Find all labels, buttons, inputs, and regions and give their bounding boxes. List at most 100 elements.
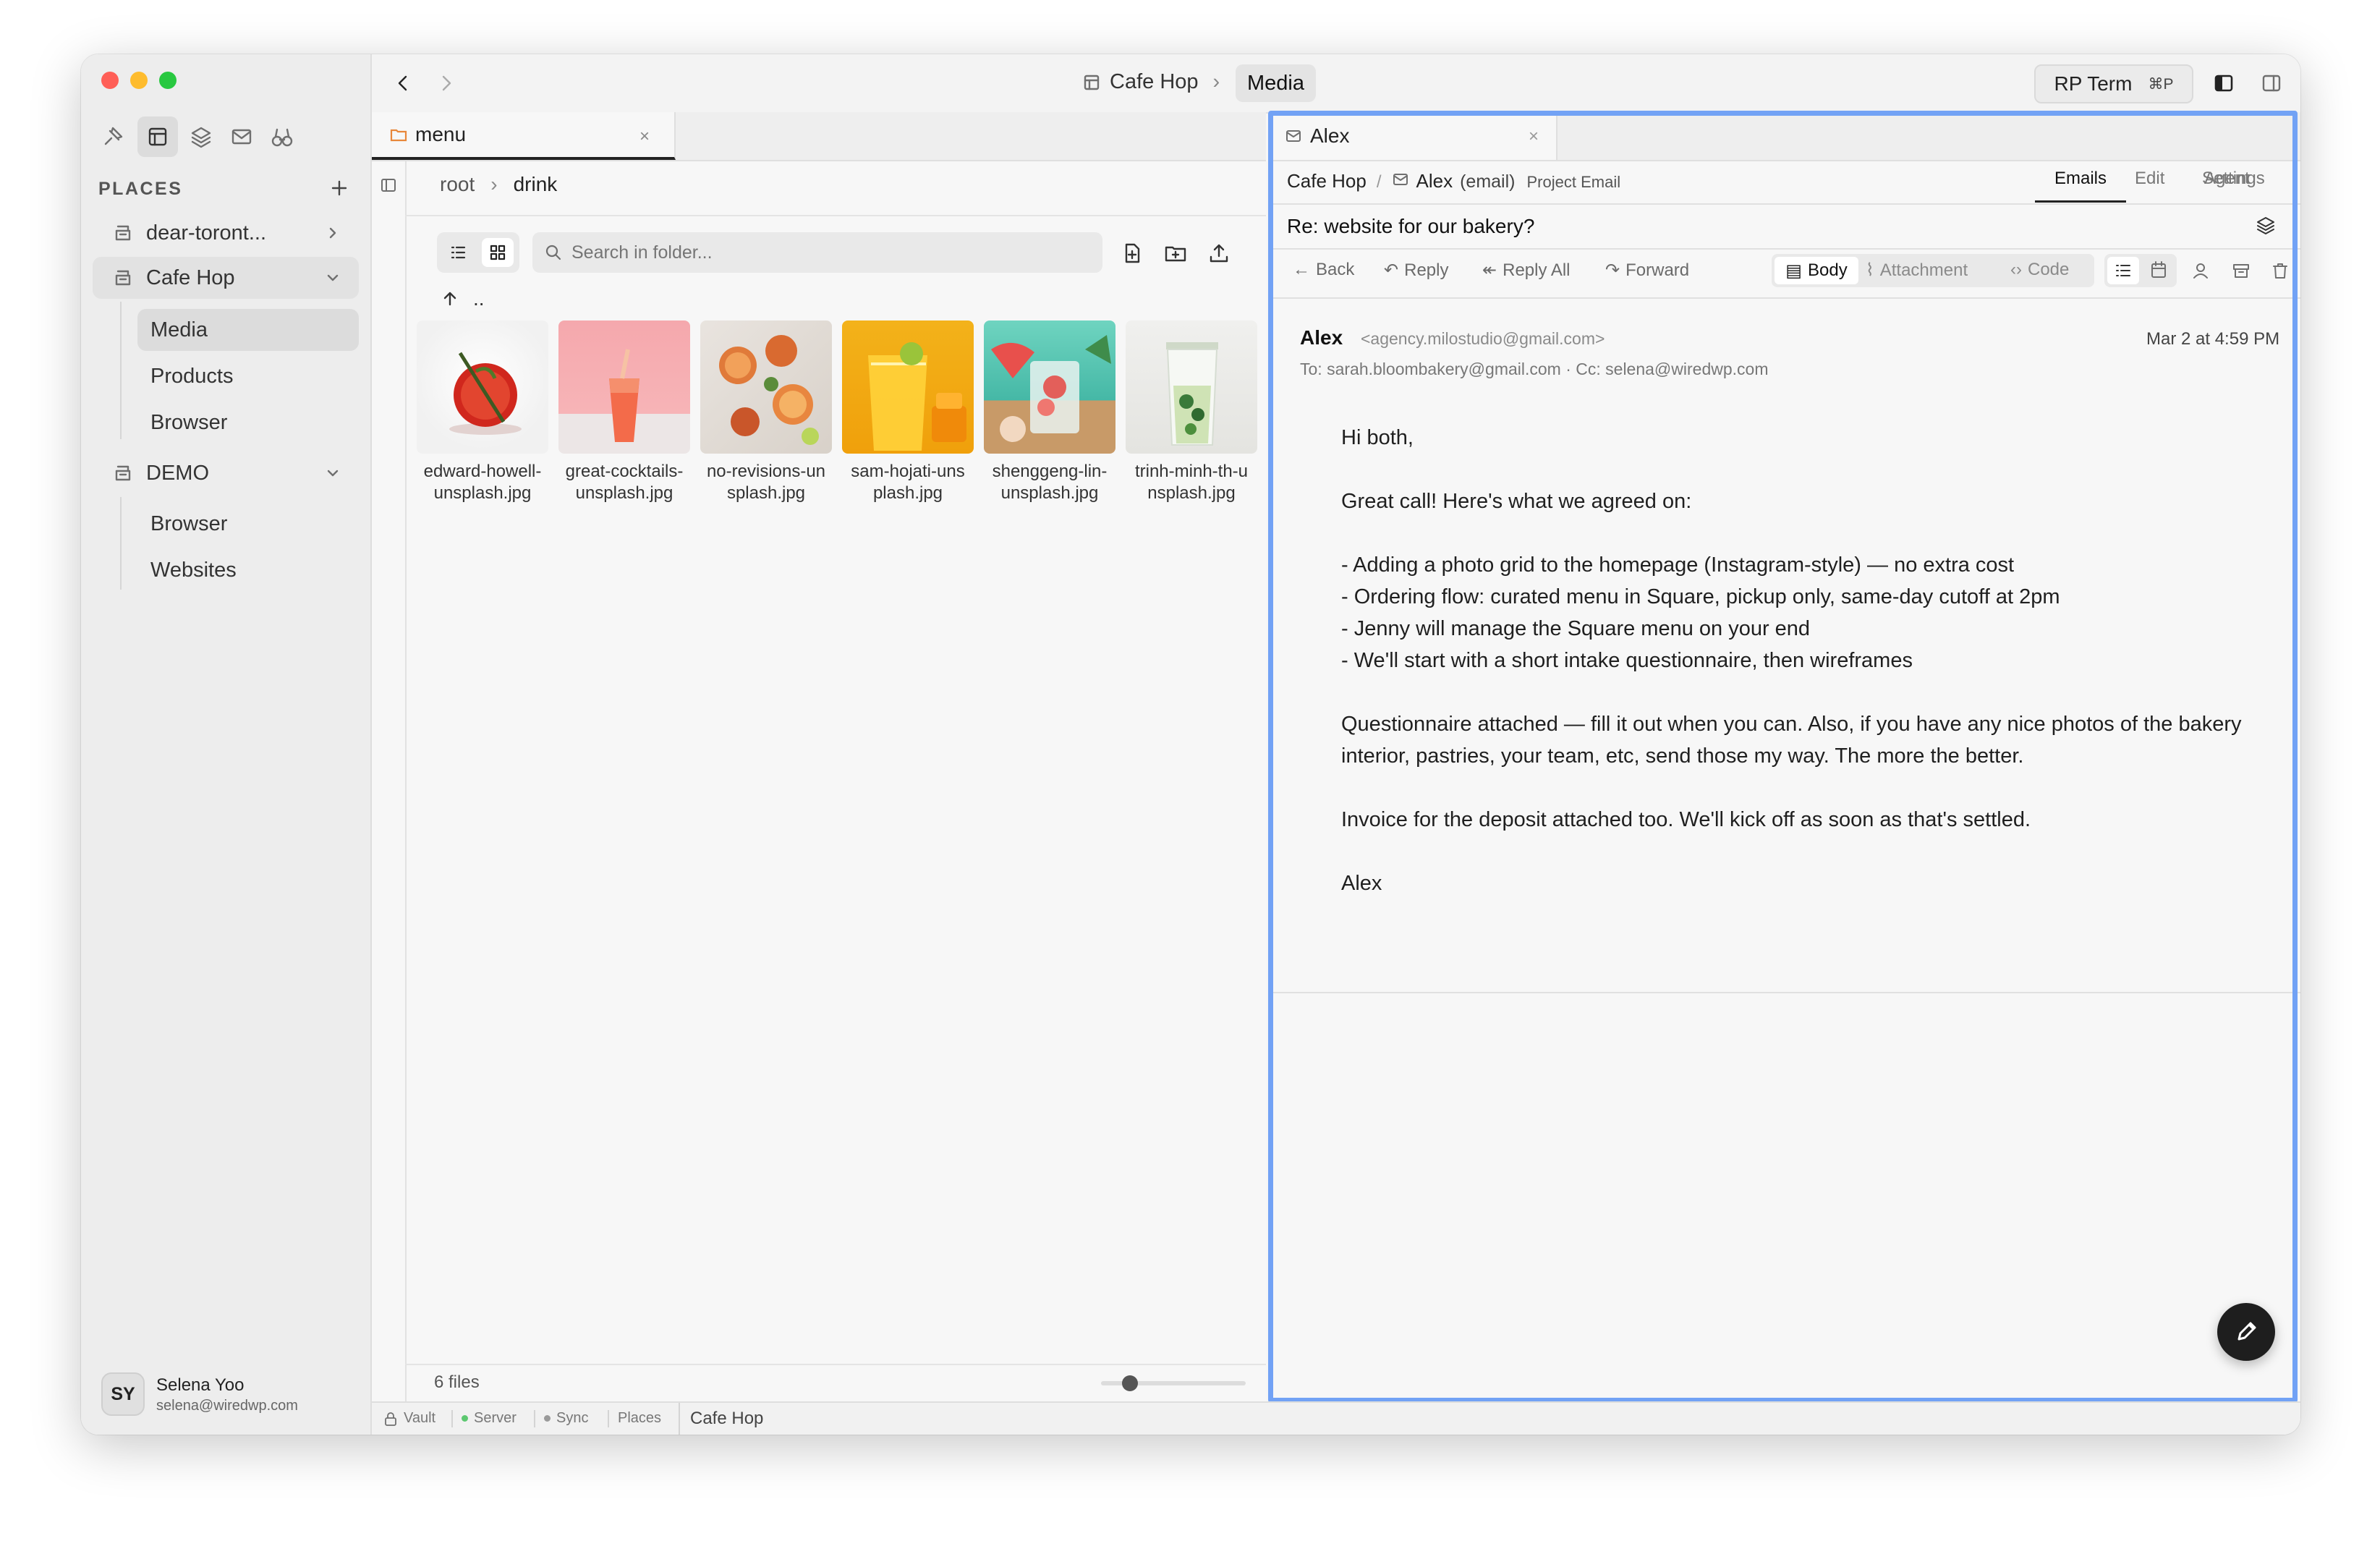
add-place-icon[interactable]	[327, 176, 352, 200]
tab-emails[interactable]: Emails	[2035, 169, 2126, 203]
contact-icon[interactable]	[2190, 260, 2211, 281]
tab-settings[interactable]: Settings	[2202, 169, 2265, 189]
drawer-icon	[113, 463, 133, 483]
view-segment: ▤ Body ⌇ Attachment ‹› Code	[1772, 254, 2094, 287]
sidebar-item-label: Browser	[150, 410, 228, 434]
sidebar-place-demo[interactable]: DEMO	[93, 452, 359, 494]
file-browser-panel: menu × root › drink Search in folder... …	[372, 112, 1266, 1435]
list-layout-icon[interactable]	[2107, 257, 2139, 284]
email-breadcrumb: Cafe Hop / Alex (email) Project Email	[1287, 170, 1620, 192]
path-root[interactable]: root	[440, 173, 475, 196]
sidebar-item-browser[interactable]: Browser	[137, 402, 359, 443]
status-sync[interactable]: Sync	[544, 1410, 588, 1427]
sidebar-item-label: Browser	[150, 511, 228, 535]
path-separator: ›	[490, 173, 498, 195]
binoculars-icon[interactable]	[268, 122, 297, 151]
email-project-label: Project Email	[1526, 173, 1621, 191]
right-panel-toggle-icon[interactable]	[2258, 70, 2285, 96]
list-view-icon[interactable]	[443, 238, 473, 267]
calendar-icon[interactable]	[2143, 257, 2174, 284]
sidebar-item-products[interactable]: Products	[137, 355, 359, 397]
segment-attachment[interactable]: ⌇ Attachment	[1866, 260, 1968, 281]
email-body-line: Invoice for the deposit attached too. We…	[1341, 808, 2031, 831]
status-places[interactable]: Places	[618, 1410, 661, 1427]
layers-icon[interactable]	[187, 122, 216, 151]
sidebar-toggle-icon[interactable]	[379, 176, 398, 195]
reply-button[interactable]: ↶ Reply	[1384, 260, 1448, 281]
segment-code[interactable]: ‹› Code	[2010, 260, 2069, 280]
forward-button[interactable]: ↷ Forward	[1605, 260, 1689, 281]
search-input-wrap[interactable]	[532, 232, 1102, 273]
path-current[interactable]: drink	[514, 173, 558, 196]
close-icon[interactable]: ×	[639, 127, 650, 147]
compose-button[interactable]	[2217, 1303, 2275, 1361]
email-sender-crumb[interactable]: Alex	[1416, 170, 1453, 192]
segment-body[interactable]: ▤ Body	[1775, 257, 1858, 284]
new-folder-icon[interactable]	[1163, 241, 1188, 266]
tab-alex[interactable]: Alex ×	[1268, 112, 1557, 160]
chevron-right-icon	[324, 224, 341, 242]
breadcrumb-root[interactable]: Cafe Hop	[1110, 70, 1199, 94]
rp-term-button[interactable]: RP Term ⌘P	[2034, 64, 2193, 103]
divider	[405, 1364, 1266, 1365]
email-body-line: - Jenny will manage the Square menu on y…	[1341, 617, 1811, 640]
reply-all-button[interactable]: ↞ Reply All	[1482, 260, 1570, 281]
tab-label: menu	[415, 123, 467, 145]
archive-icon[interactable]	[2230, 260, 2252, 281]
tab-edit[interactable]: Edit	[2135, 169, 2164, 189]
sidebar-item-media[interactable]: Media	[137, 309, 359, 351]
zoom-slider[interactable]	[1101, 1375, 1246, 1391]
divider	[1268, 297, 2300, 299]
email-date: Mar 2 at 4:59 PM	[2146, 329, 2280, 349]
parent-folder-row[interactable]: ..	[440, 287, 485, 310]
status-bar: Vault Server Sync Places Cafe Hop	[372, 1401, 2300, 1435]
status-current-place[interactable]: Cafe Hop	[690, 1409, 763, 1429]
file-thumbnail[interactable]	[842, 320, 974, 454]
back-button[interactable]: ← Back	[1293, 260, 1354, 280]
window-zoom-button[interactable]	[159, 72, 177, 89]
close-icon[interactable]: ×	[1529, 127, 1539, 147]
file-thumbnail[interactable]	[417, 320, 548, 454]
file-thumbnail[interactable]	[558, 320, 690, 454]
breadcrumb-current[interactable]: Media	[1236, 64, 1316, 102]
arrow-up-icon	[440, 289, 460, 309]
layout-icon[interactable]	[137, 116, 178, 157]
file-thumbnail[interactable]	[1126, 320, 1257, 454]
folder-path: root › drink	[440, 173, 557, 196]
sidebar-place-cafe-hop[interactable]: Cafe Hop	[93, 257, 359, 299]
zoom-slider-thumb[interactable]	[1122, 1375, 1138, 1391]
window-minimize-button[interactable]	[130, 72, 148, 89]
mail-icon[interactable]	[227, 122, 256, 151]
tree-gutter	[372, 161, 407, 1420]
sidebar-item-label: Websites	[150, 558, 237, 582]
avatar[interactable]: SY	[101, 1372, 145, 1416]
sidebar-place-dear-toronto[interactable]: dear-toront...	[93, 212, 359, 254]
window-close-button[interactable]	[101, 72, 119, 89]
divider	[1268, 248, 2300, 250]
back-nav-icon[interactable]	[391, 70, 417, 96]
new-file-icon[interactable]	[1120, 241, 1144, 266]
sidebar-item-label: Media	[150, 318, 208, 341]
chevron-down-icon	[324, 269, 341, 286]
file-thumbnail[interactable]	[984, 320, 1115, 454]
trash-icon[interactable]	[2269, 260, 2291, 281]
view-toggle	[437, 232, 519, 273]
parent-folder-label: ..	[473, 287, 485, 310]
sidebar-item-browser[interactable]: Browser	[137, 503, 359, 545]
forward-nav-icon[interactable]	[433, 70, 459, 96]
status-vault[interactable]: Vault	[383, 1410, 435, 1427]
layout-icon	[1082, 73, 1101, 92]
email-breadcrumb-root[interactable]: Cafe Hop	[1287, 170, 1367, 192]
forward-icon: ↷	[1605, 260, 1620, 280]
file-thumbnail[interactable]	[700, 320, 832, 454]
grid-view-icon[interactable]	[482, 238, 514, 267]
layers-icon[interactable]	[2253, 213, 2278, 238]
tab-menu[interactable]: menu ×	[372, 112, 676, 160]
sidebar-item-websites[interactable]: Websites	[137, 549, 359, 591]
pin-icon[interactable]	[98, 122, 127, 151]
upload-icon[interactable]	[1207, 241, 1231, 266]
status-server[interactable]: Server	[462, 1410, 517, 1427]
search-input[interactable]	[570, 241, 1079, 264]
left-panel-toggle-icon[interactable]	[2211, 70, 2237, 96]
tab-label: Alex	[1310, 124, 1350, 147]
